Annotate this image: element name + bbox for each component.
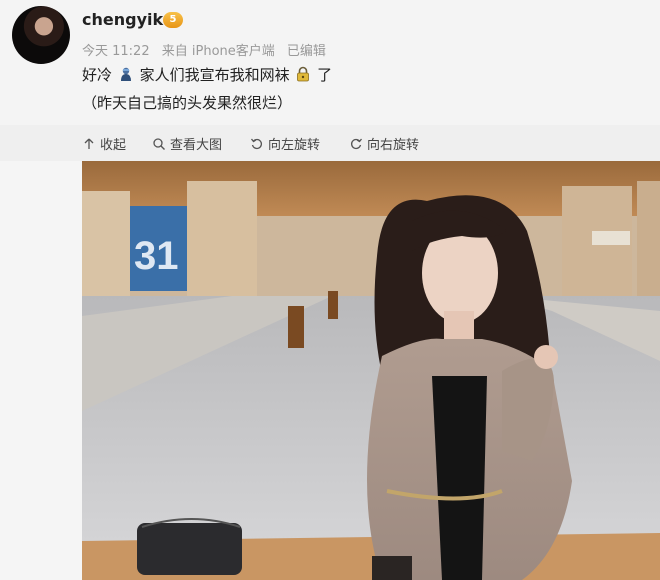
bollard [328,291,338,319]
post-text: 好冷 家人们我宣布我和网袜 了 [82,64,332,85]
rotate-left-icon [250,138,262,149]
avatar[interactable] [12,6,70,64]
search-icon [153,137,165,150]
view-large-label: 查看大图 [170,138,223,153]
post-meta: 今天 11:22 来自 iPhone客户端 已编辑 [82,40,334,59]
rotate-right-icon [351,138,363,149]
cold-emoji-icon [118,66,134,82]
wall-sign [592,231,630,245]
rotate-right-button[interactable]: 向右旋转 [349,134,419,153]
pillar [187,181,257,301]
fishnet-leg [372,556,412,580]
post-text-part2: 家人们我宣布我和网袜 [139,66,290,84]
edited-label[interactable]: 已编辑 [287,44,326,59]
post-time: 今天 11:22 [82,44,150,59]
post-text-part1: 好冷 [82,66,113,84]
post-source[interactable]: 来自 iPhone客户端 [162,44,275,59]
view-large-button[interactable]: 查看大图 [152,134,222,153]
username[interactable]: chengyik [82,10,163,29]
sparkly-clutch [137,523,242,575]
collapse-icon [84,138,94,149]
lock-emoji-icon [295,66,311,82]
collapse-button[interactable]: 收起 [82,134,126,153]
rotate-left-button[interactable]: 向左旋转 [250,134,320,153]
post-text-part3: 了 [317,66,333,84]
vip-badge-icon[interactable]: 5 [163,12,183,28]
image-toolbar: 收起 查看大图 向左旋转 向右旋转 [0,125,660,161]
collapse-label: 收起 [100,138,127,153]
post-note: （昨天自己搞的头发果然很烂） [82,94,293,112]
post-photo[interactable]: 31 [82,161,660,580]
bollard [288,306,304,348]
rotate-left-label: 向左旋转 [268,138,321,153]
post-header: chengyik 5 今天 11:22 来自 iPhone客户端 已编辑 好冷 … [0,0,660,125]
rotate-right-label: 向右旋转 [367,138,420,153]
sign-number: 31 [134,234,179,278]
photo-scene: 31 [82,161,660,580]
